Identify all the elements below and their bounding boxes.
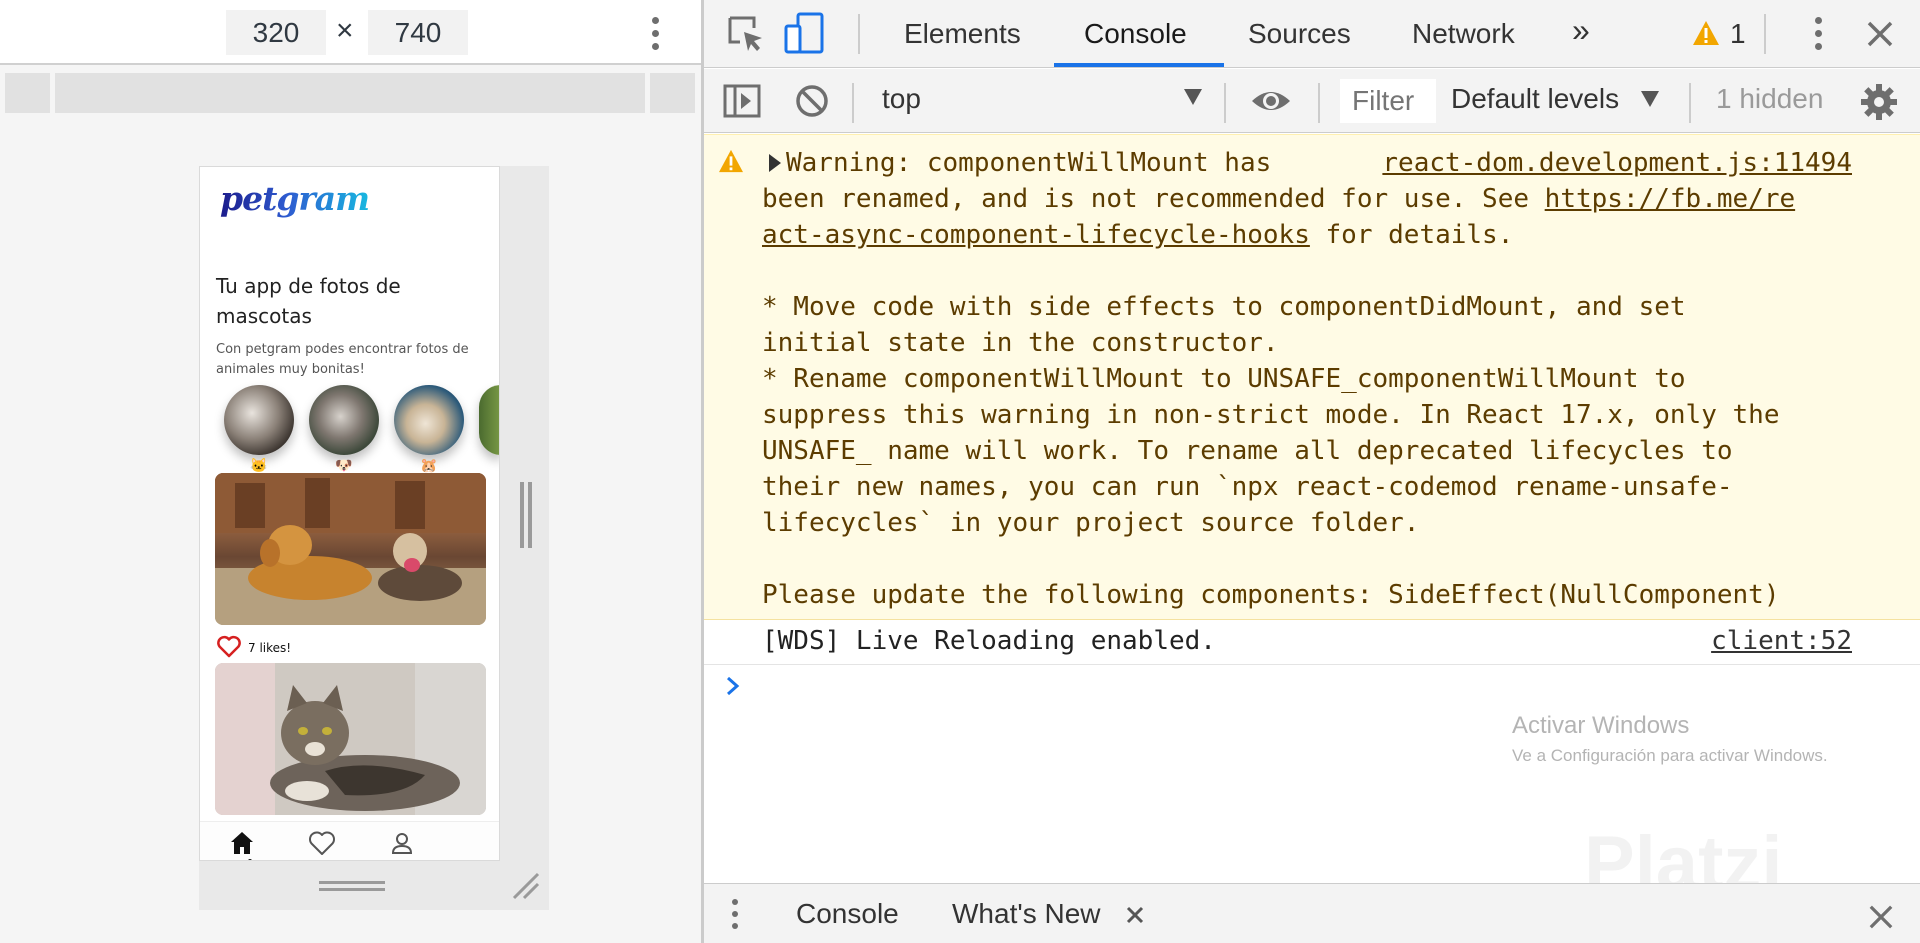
device-width-input[interactable]: 320 — [226, 10, 326, 55]
devtools-panel: Elements Console Sources Network » 1 top — [704, 0, 1920, 943]
device-viewport: petgram Tu app de fotos de mascotas Con … — [199, 166, 500, 861]
category-emoji: 🐹 — [420, 457, 438, 473]
drawer-tab-whats-new[interactable]: What's New — [952, 898, 1101, 930]
user-icon[interactable] — [387, 828, 417, 858]
category-avatar[interactable] — [309, 385, 379, 455]
toolbar-separator — [1689, 83, 1691, 123]
tab-console[interactable]: Console — [1084, 14, 1187, 54]
toolbar-separator — [852, 83, 854, 123]
hidden-messages-count: 1 hidden — [1716, 83, 1824, 114]
corner-resize-handle[interactable] — [508, 868, 544, 904]
tab-elements[interactable]: Elements — [904, 14, 1021, 54]
page-title: Tu app de fotos de mascotas — [216, 274, 401, 328]
likes-count: 7 likes! — [248, 641, 292, 655]
page-description: Con petgram podes encontrar fotos de ani… — [216, 342, 469, 377]
media-query-ruler[interactable] — [5, 73, 695, 113]
chevron-down-icon[interactable] — [1184, 89, 1202, 105]
category-avatar[interactable] — [394, 385, 464, 455]
close-drawer-icon[interactable] — [1868, 904, 1894, 930]
category-emoji: 🐱 — [250, 457, 268, 473]
more-tabs-icon[interactable]: » — [1572, 10, 1590, 50]
petgram-logo: petgram — [220, 179, 370, 218]
device-toggle-icon[interactable] — [784, 12, 826, 56]
warning-count[interactable]: 1 — [1730, 14, 1746, 54]
sidebar-toggle-icon[interactable] — [722, 81, 762, 121]
kebab-vertical-icon[interactable] — [726, 896, 746, 936]
dimension-times-symbol: × — [336, 14, 354, 47]
windows-activation-watermark: Activar Windows Ve a Configuración para … — [1512, 712, 1828, 765]
filter-input[interactable] — [1340, 79, 1436, 123]
console-filterbar: top Default levels 1 hidden — [704, 69, 1920, 133]
pet-photo[interactable] — [215, 473, 486, 625]
console-output[interactable]: Warning: componentWillMount has been ren… — [704, 134, 1920, 883]
toolbar-separator — [1318, 83, 1320, 123]
ruler-segment[interactable] — [5, 73, 50, 113]
warning-triangle-icon[interactable] — [1692, 20, 1720, 46]
warning-source-link[interactable]: react-dom.development.js:11494 — [1374, 145, 1852, 181]
active-nav-indicator — [248, 859, 252, 860]
gear-icon[interactable] — [1860, 83, 1898, 121]
warning-triangle-icon — [718, 149, 744, 173]
drawer-tab-console[interactable]: Console — [796, 898, 899, 930]
close-tab-icon[interactable] — [1126, 906, 1144, 924]
devtools-tabbar: Elements Console Sources Network » 1 — [704, 0, 1920, 68]
category-emoji: 🐶 — [335, 457, 353, 473]
ruler-segment[interactable] — [55, 73, 645, 113]
heart-icon[interactable] — [307, 828, 337, 858]
toolbar-separator — [1764, 14, 1766, 54]
drawer-tabbar: Console What's New — [704, 883, 1920, 943]
log-source-link[interactable]: client:52 — [1711, 623, 1852, 659]
device-height-input[interactable]: 740 — [368, 10, 468, 55]
clear-console-icon[interactable] — [794, 83, 830, 119]
category-avatar[interactable] — [224, 385, 294, 455]
toolbar-separator — [858, 14, 860, 54]
tab-network[interactable]: Network — [1412, 14, 1515, 54]
pet-photo[interactable] — [215, 663, 486, 815]
device-emulation-pane: 320 × 740 petgram Tu app de fotos de mas… — [0, 0, 701, 943]
context-selector[interactable]: top — [882, 83, 921, 115]
close-icon[interactable] — [1866, 20, 1894, 48]
chevron-down-icon[interactable] — [1641, 91, 1659, 107]
home-icon[interactable] — [227, 828, 257, 858]
warning-message[interactable]: Warning: componentWillMount has been ren… — [704, 134, 1920, 620]
eye-icon[interactable] — [1250, 85, 1292, 117]
ruler-segment[interactable] — [650, 73, 695, 113]
toolbar-separator — [1224, 83, 1226, 123]
log-text: [WDS] Live Reloading enabled. — [762, 626, 1216, 656]
tab-sources[interactable]: Sources — [1248, 14, 1351, 54]
horizontal-resize-handle[interactable] — [319, 878, 385, 894]
log-message[interactable]: [WDS] Live Reloading enabled. client:52 — [704, 621, 1920, 665]
kebab-vertical-icon[interactable] — [645, 14, 665, 54]
console-prompt-icon[interactable] — [724, 674, 754, 704]
heart-outline-icon[interactable] — [216, 635, 242, 659]
vertical-resize-handle[interactable] — [518, 482, 534, 548]
device-toolbar: 320 × 740 — [0, 0, 701, 65]
like-row: 7 likes! — [216, 635, 291, 659]
inspect-element-icon[interactable] — [726, 14, 766, 54]
category-avatar[interactable] — [479, 385, 499, 455]
warning-text: Warning: componentWillMount has been ren… — [762, 148, 1796, 610]
log-levels-dropdown[interactable]: Default levels — [1451, 83, 1619, 115]
bottom-navbar — [200, 821, 499, 860]
kebab-vertical-icon[interactable] — [1808, 14, 1828, 54]
active-tab-indicator — [1054, 63, 1224, 67]
